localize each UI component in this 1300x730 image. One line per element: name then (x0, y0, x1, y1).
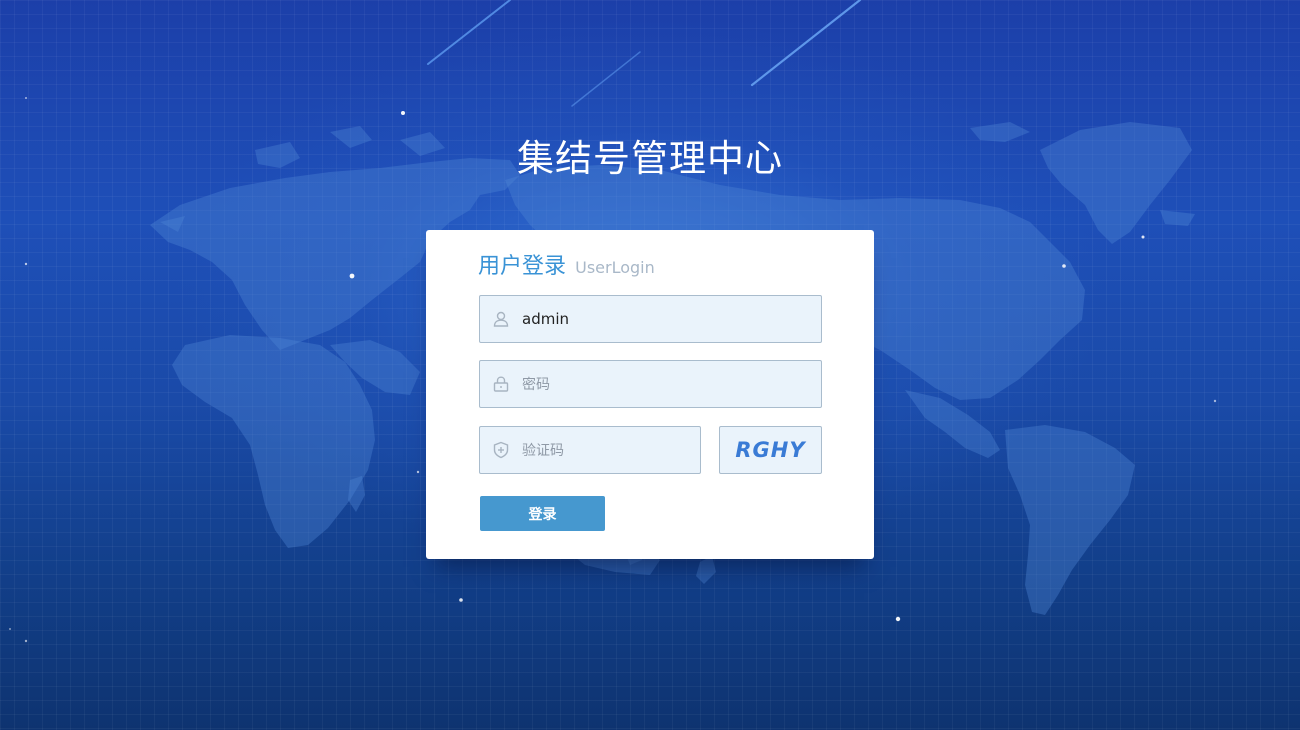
lock-icon (492, 375, 510, 393)
password-input[interactable] (522, 361, 811, 407)
user-icon (492, 310, 510, 328)
captcha-image[interactable]: RGHY (719, 426, 822, 474)
username-input[interactable] (522, 296, 811, 342)
login-subtitle: UserLogin (575, 258, 655, 277)
login-card-header: 用户登录 UserLogin (478, 248, 655, 280)
login-title: 用户登录 (478, 254, 567, 279)
username-field[interactable] (479, 295, 822, 343)
captcha-input[interactable] (522, 427, 690, 473)
login-button[interactable]: 登录 (480, 496, 605, 531)
app-title: 集结号管理中心 (517, 137, 783, 180)
login-page: 集结号管理中心 用户登录 UserLogin admin 验证码 RGHY 登录 (0, 0, 1300, 730)
login-card: 用户登录 UserLogin admin 验证码 RGHY 登录 (426, 230, 874, 559)
password-field[interactable] (479, 360, 822, 408)
captcha-field[interactable] (479, 426, 701, 474)
shield-plus-icon (492, 441, 510, 459)
